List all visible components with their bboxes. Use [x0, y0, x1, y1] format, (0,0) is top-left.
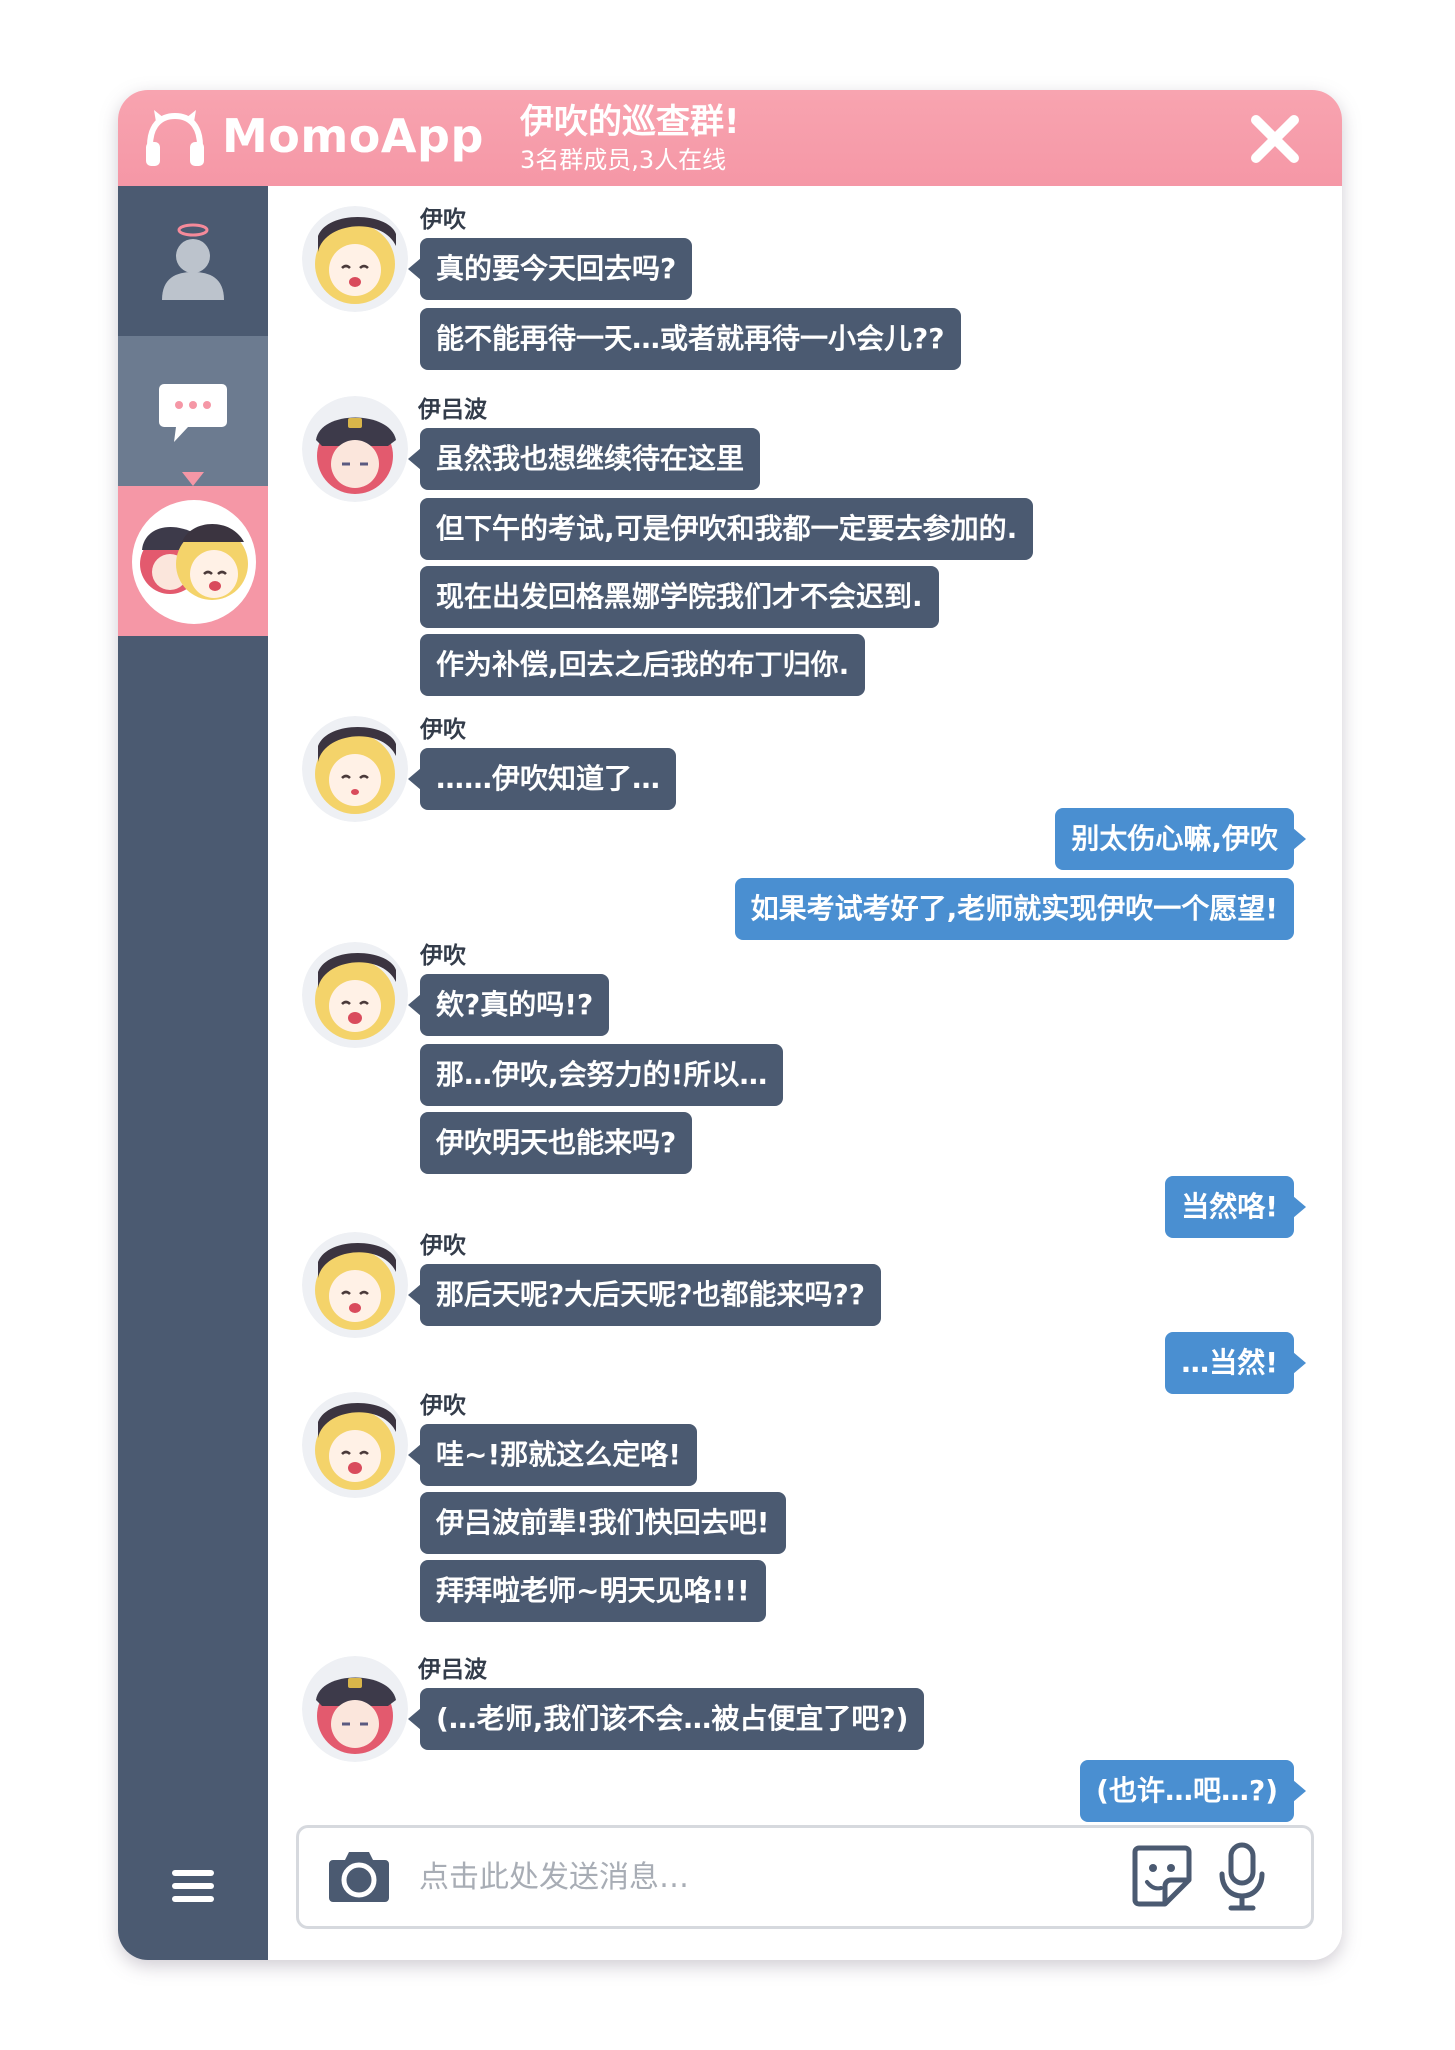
message-bubble[interactable]: 伊吹明天也能来吗?	[420, 1112, 693, 1174]
sender-name: 伊吹	[420, 1393, 466, 1419]
message-bubble[interactable]: 哇~!那就这么定咯!	[408, 1424, 698, 1486]
chat-area: 伊吹 真的要今天回去吗? 能不能再待一天…或者就再待一小会儿?? 伊吕波 虽然我…	[268, 186, 1342, 1960]
avatar-ibuki[interactable]	[302, 716, 408, 822]
ibuki-avatar-image	[302, 716, 408, 822]
message-bubble[interactable]: 作为补偿,回去之后我的布丁归你.	[420, 634, 866, 696]
header-bar: MomoApp 伊吹的巡查群! 3名群成员,3人在线	[118, 90, 1342, 186]
avatar-iroha[interactable]	[302, 1656, 408, 1762]
headphones-logo-icon	[146, 110, 204, 166]
message-input[interactable]	[417, 1850, 1041, 1904]
avatar-ibuki[interactable]	[302, 206, 408, 312]
ibuki-avatar-image	[302, 206, 408, 312]
message-bubble[interactable]: 那后天呢?大后天呢?也都能来吗??	[408, 1264, 881, 1326]
sender-name: 伊吕波	[418, 1657, 487, 1683]
chat-window: MomoApp 伊吹的巡查群! 3名群成员,3人在线 伊吹 真的要今天回去吗? …	[118, 90, 1342, 1960]
message-bubble[interactable]: 虽然我也想继续待在这里	[408, 428, 761, 490]
sidebar-item-profile[interactable]	[118, 186, 268, 336]
message-bubble[interactable]: 能不能再待一天…或者就再待一小会儿??	[420, 308, 961, 370]
avatar-ibuki[interactable]	[302, 1392, 408, 1498]
avatar-ibuki[interactable]	[302, 1232, 408, 1338]
camera-icon[interactable]	[327, 1848, 391, 1904]
sidebar-item-chat[interactable]	[118, 336, 268, 486]
message-bubble-self[interactable]: 别太伤心嘛,伊吹	[1055, 808, 1306, 870]
message-bubble[interactable]: (…老师,我们该不会…被占便宜了吧?)	[408, 1688, 925, 1750]
microphone-icon[interactable]	[1217, 1842, 1267, 1912]
sender-name: 伊吹	[420, 1233, 466, 1259]
message-bubble-self[interactable]: …当然!	[1165, 1332, 1306, 1394]
sender-name: 伊吹	[420, 943, 466, 969]
active-indicator-icon	[182, 472, 204, 486]
menu-icon[interactable]	[168, 1866, 218, 1906]
ibuki-avatar-image	[302, 942, 408, 1048]
app-name: MomoApp	[222, 109, 484, 163]
sender-name: 伊吕波	[418, 397, 487, 423]
message-bubble[interactable]: 真的要今天回去吗?	[408, 238, 693, 300]
iroha-avatar-image	[302, 396, 408, 502]
group-member-status: 3名群成员,3人在线	[520, 146, 727, 174]
sender-name: 伊吹	[420, 207, 466, 233]
ibuki-avatar-image	[302, 1392, 408, 1498]
message-bubble-self[interactable]: 当然咯!	[1165, 1176, 1306, 1238]
iroha-avatar-image	[302, 1656, 408, 1762]
message-bubble[interactable]: 欸?真的吗!?	[408, 974, 610, 1036]
message-bubble[interactable]: 伊吕波前辈!我们快回去吧!	[420, 1492, 786, 1554]
message-bubble-self[interactable]: (也许…吧…?)	[1080, 1760, 1306, 1822]
close-icon[interactable]	[1248, 112, 1302, 166]
sender-name: 伊吹	[420, 717, 466, 743]
sidebar	[118, 186, 268, 1960]
message-bubble[interactable]: 但下午的考试,可是伊吹和我都一定要去参加的.	[420, 498, 1034, 560]
message-bubble[interactable]: 那…伊吹,会努力的!所以…	[420, 1044, 784, 1106]
message-bubble[interactable]: ……伊吹知道了…	[408, 748, 677, 810]
message-input-bar	[296, 1825, 1314, 1929]
avatar-ibuki[interactable]	[302, 942, 408, 1048]
user-icon	[162, 223, 224, 300]
chat-bubble-icon	[159, 384, 227, 442]
message-bubble-self[interactable]: 如果考试考好了,老师就实现伊吹一个愿望!	[734, 878, 1294, 940]
message-bubble[interactable]: 拜拜啦老师~明天见咯!!!	[420, 1560, 766, 1622]
sticker-icon[interactable]	[1131, 1844, 1193, 1908]
ibuki-avatar-image	[302, 1232, 408, 1338]
group-title: 伊吹的巡查群!	[520, 102, 740, 142]
sidebar-item-group-chat[interactable]	[118, 486, 268, 636]
avatar-iroha[interactable]	[302, 396, 408, 502]
group-avatar	[132, 500, 256, 624]
message-bubble[interactable]: 现在出发回格黑娜学院我们才不会迟到.	[420, 566, 939, 628]
